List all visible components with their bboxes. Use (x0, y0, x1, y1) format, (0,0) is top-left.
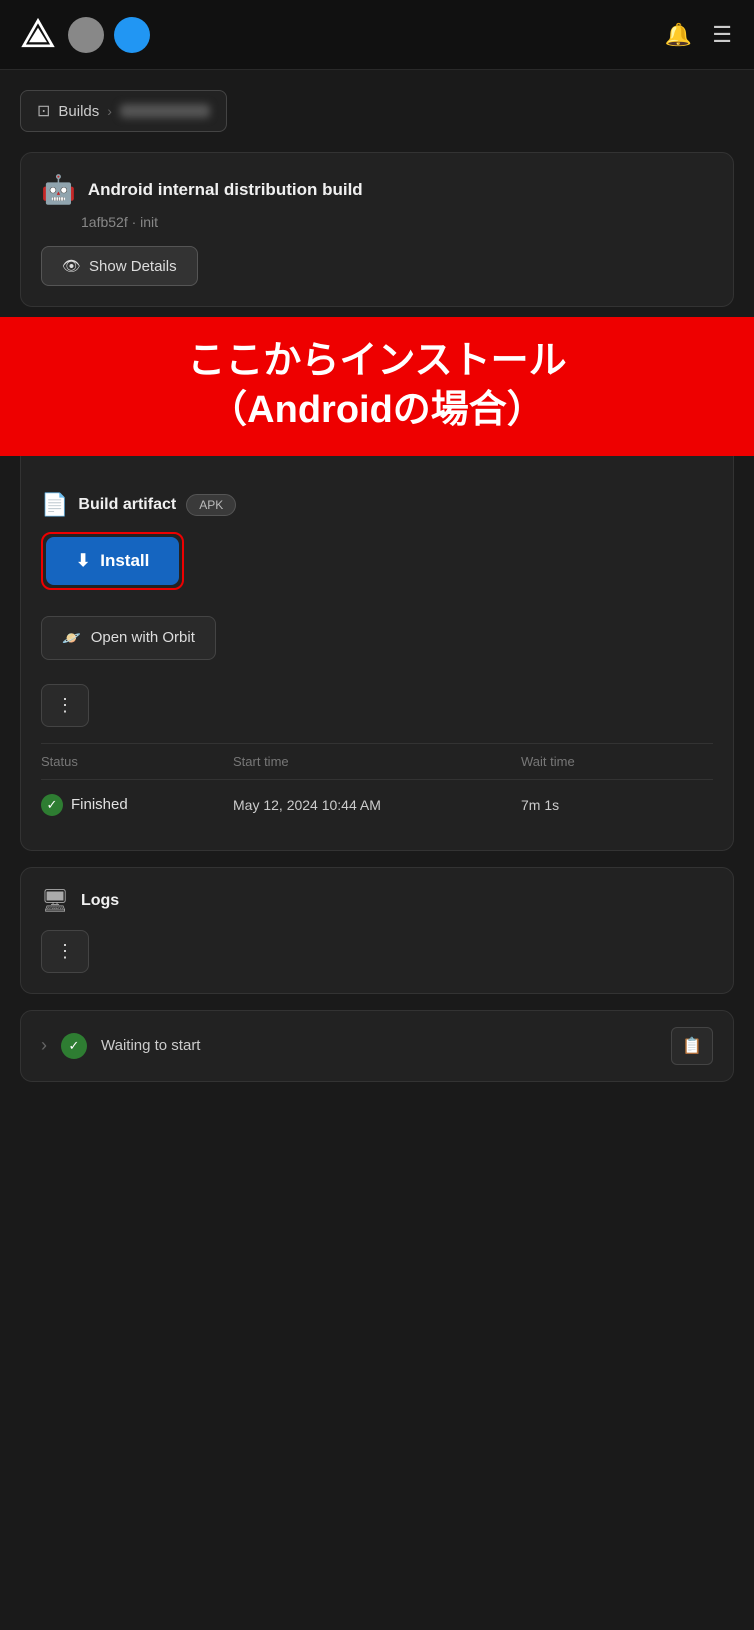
breadcrumb-section: ⊡ Builds › (0, 70, 754, 142)
build-subtitle: 1afb52f · init (81, 214, 713, 230)
android-icon: 🤖 (41, 173, 76, 206)
menu-icon[interactable]: ☰ (712, 22, 734, 48)
wait-time-value: 7m 1s (521, 797, 713, 813)
avatar-blue (114, 17, 150, 53)
artifact-section: 📄 Build artifact APK ⬇ Install 🪐 Open wi… (41, 476, 713, 727)
build-title: Android internal distribution build (88, 180, 363, 200)
logs-header: 🖥 Logs (41, 888, 713, 914)
status-table-header: Status Start time Wait time (41, 744, 713, 780)
col-status-header: Status (41, 754, 233, 769)
install-btn-wrapper: ⬇ Install (41, 532, 713, 602)
chevron-right-icon: › (41, 1035, 47, 1056)
artifact-title: Build artifact (78, 496, 176, 514)
logs-title: Logs (81, 892, 119, 910)
waiting-card[interactable]: › ✓ Waiting to start 📋 (20, 1010, 734, 1082)
show-details-label: Show Details (89, 258, 177, 275)
apk-badge: APK (186, 494, 236, 516)
waiting-text: Waiting to start (101, 1037, 657, 1054)
orbit-label: Open with Orbit (91, 629, 195, 646)
install-button[interactable]: ⬇ Install (46, 537, 179, 585)
start-time-value: May 12, 2024 10:44 AM (233, 797, 521, 813)
install-icon: ⬇ (76, 551, 90, 571)
logs-icon: 🖥 (41, 888, 69, 914)
logs-card: 🖥 Logs ⋮ (20, 867, 734, 994)
eye-icon: 👁 (62, 257, 81, 275)
col-start-time-header: Start time (233, 754, 521, 769)
artifact-card: 📄 Build artifact APK ⬇ Install 🪐 Open wi… (20, 456, 734, 851)
logs-more-button[interactable]: ⋮ (41, 930, 89, 973)
artifact-icon: 📄 (41, 492, 68, 518)
more-options-button[interactable]: ⋮ (41, 684, 89, 727)
breadcrumb-blurred-item (120, 104, 210, 118)
waiting-check-icon: ✓ (61, 1033, 87, 1059)
clipboard-icon[interactable]: 📋 (671, 1027, 713, 1065)
artifact-header: 📄 Build artifact APK (41, 492, 713, 518)
avatar-gray (68, 17, 104, 53)
status-table: Status Start time Wait time ✓ Finished M… (41, 743, 713, 830)
orbit-icon: 🪐 (62, 629, 81, 647)
build-card: 🤖 Android internal distribution build 1a… (20, 152, 734, 307)
builds-icon: ⊡ (37, 101, 50, 121)
logo-icon (20, 17, 56, 53)
build-info-header: 🤖 Android internal distribution build (41, 173, 713, 206)
status-value: Finished (71, 796, 128, 813)
open-with-orbit-button[interactable]: 🪐 Open with Orbit (41, 616, 216, 660)
bell-icon[interactable]: 🔔 (665, 22, 692, 48)
status-table-row: ✓ Finished May 12, 2024 10:44 AM 7m 1s (41, 780, 713, 830)
builds-label[interactable]: Builds (58, 103, 99, 120)
status-cell: ✓ Finished (41, 794, 233, 816)
install-label: Install (100, 551, 149, 571)
header: 🔔 ☰ (0, 0, 754, 70)
breadcrumb[interactable]: ⊡ Builds › (20, 90, 227, 132)
red-banner-line1: ここからインストール (15, 337, 739, 386)
logs-more-icon: ⋮ (56, 941, 74, 962)
breadcrumb-separator: › (107, 103, 112, 119)
show-details-button[interactable]: 👁 Show Details (41, 246, 198, 286)
red-banner-line2: （Androidの場合） (15, 386, 739, 435)
red-banner: ここからインストール （Androidの場合） (0, 317, 754, 456)
more-icon: ⋮ (56, 695, 74, 716)
finished-check-icon: ✓ (41, 794, 63, 816)
col-wait-time-header: Wait time (521, 754, 713, 769)
